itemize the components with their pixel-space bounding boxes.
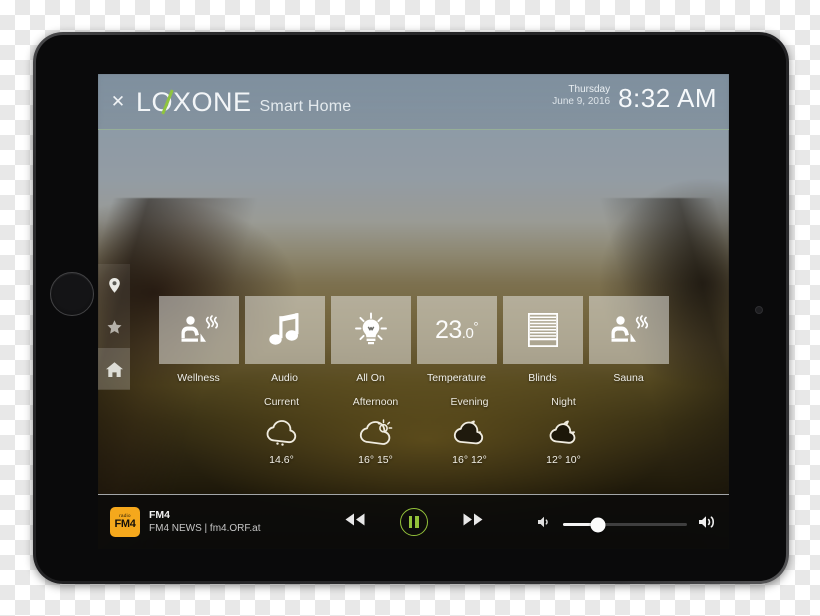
tile-surface[interactable]: 23 .0 ° <box>416 296 497 364</box>
tile-all-on[interactable]: All On <box>330 296 411 384</box>
favorites-tile-row: Wellness Audio All On 23 .0 ° Temperatur… <box>98 296 729 384</box>
weather-forecast-row: Current 14.6° Afternoon 16° 15° Evening … <box>98 396 729 466</box>
tile-label: Audio <box>271 372 298 384</box>
temperature-integer: 23 <box>434 315 462 344</box>
tile-label: All On <box>356 372 385 384</box>
app-header: ✕ LOXONE Smart Home Thursday June 9, 201… <box>98 74 729 130</box>
play-pause-button[interactable] <box>399 508 428 536</box>
weather-item-afternoon[interactable]: Afternoon 16° 15° <box>352 396 400 466</box>
weather-temps: 12° 10° <box>546 454 581 466</box>
temperature-unit: ° <box>473 318 479 334</box>
tile-label: Blinds <box>528 372 557 384</box>
tile-surface[interactable] <box>588 296 669 364</box>
tile-surface[interactable] <box>158 296 239 364</box>
datetime-display: Thursday June 9, 2016 8:32 AM <box>552 84 717 113</box>
next-button[interactable] <box>462 512 484 532</box>
app-screen: ✕ LOXONE Smart Home Thursday June 9, 201… <box>98 74 729 549</box>
tablet-bezel: ✕ LOXONE Smart Home Thursday June 9, 201… <box>36 35 786 581</box>
tile-label: Wellness <box>177 372 220 384</box>
front-camera-icon <box>755 306 763 314</box>
previous-button[interactable] <box>344 512 366 532</box>
weather-period-label: Evening <box>450 396 489 408</box>
track-text-block: FM4 FM4 NEWS | fm4.ORF.at <box>149 508 261 536</box>
tile-label: Sauna <box>613 372 644 384</box>
tile-surface[interactable] <box>244 296 325 364</box>
sun-behind-cloud-icon <box>352 416 400 450</box>
weather-temps: 16° 12° <box>452 454 487 466</box>
volume-slider[interactable] <box>563 517 687 532</box>
app-subtitle: Smart Home <box>259 98 352 115</box>
clock-label: 8:32 AM <box>618 83 717 113</box>
tile-surface[interactable] <box>330 296 411 364</box>
weather-temps: 14.6° <box>269 454 294 466</box>
date-block: Thursday June 9, 2016 <box>552 84 610 113</box>
audio-player-bar: radio FM4 FM4 FM4 NEWS | fm4.ORF.at <box>98 494 729 549</box>
pause-icon <box>408 516 412 528</box>
station-logo-icon: radio FM4 <box>110 507 140 537</box>
fast-forward-icon <box>462 512 484 532</box>
tile-surface[interactable] <box>502 296 583 364</box>
weather-item-evening[interactable]: Evening 16° 12° <box>446 396 494 466</box>
weather-item-current[interactable]: Current 14.6° <box>258 396 306 466</box>
date-label: June 9, 2016 <box>552 96 611 107</box>
weekday-label: Thursday <box>568 84 611 95</box>
loxone-logo-text: LOXONE <box>136 87 252 117</box>
lightbulb-icon <box>353 312 389 348</box>
temperature-decimal: .0 <box>461 324 474 342</box>
pause-icon-second-bar <box>415 516 419 528</box>
loxone-logo: LOXONE <box>136 87 252 118</box>
music-note-icon <box>268 313 301 347</box>
volume-slider-knob[interactable] <box>590 517 606 532</box>
now-playing-info[interactable]: radio FM4 FM4 FM4 NEWS | fm4.ORF.at <box>110 507 261 537</box>
tile-audio[interactable]: Audio <box>244 296 325 384</box>
volume-low-icon[interactable] <box>537 515 552 534</box>
moon-behind-cloud-icon <box>540 416 588 450</box>
weather-period-label: Night <box>551 396 576 408</box>
tile-label: Temperature <box>427 372 486 384</box>
device-home-button[interactable] <box>50 272 94 316</box>
tablet-device: ✕ LOXONE Smart Home Thursday June 9, 201… <box>33 32 789 584</box>
blinds-icon <box>527 313 558 347</box>
moon-behind-cloud-icon <box>446 416 494 450</box>
weather-temps: 16° 15° <box>358 454 393 466</box>
close-icon[interactable]: ✕ <box>110 93 126 110</box>
track-title: FM4 <box>149 509 170 521</box>
volume-high-icon[interactable] <box>698 514 717 535</box>
station-logo-main-text: FM4 <box>114 517 136 530</box>
track-subtitle: FM4 NEWS | fm4.ORF.at <box>149 523 261 534</box>
brand-lockup: LOXONE Smart Home <box>136 87 351 118</box>
weather-item-night[interactable]: Night 12° 10° <box>540 396 588 466</box>
tile-sauna[interactable]: Sauna <box>588 296 669 384</box>
weather-period-label: Current <box>263 396 299 408</box>
cloud-drizzle-icon <box>258 416 306 450</box>
tile-wellness[interactable]: Wellness <box>158 296 239 384</box>
weather-period-label: Afternoon <box>352 396 399 408</box>
sauna-person-icon <box>180 313 218 347</box>
tile-blinds[interactable]: Blinds <box>502 296 583 384</box>
tile-temperature[interactable]: 23 .0 ° Temperature <box>416 296 497 384</box>
sauna-person-icon <box>610 313 648 347</box>
transport-controls <box>344 508 484 536</box>
volume-control <box>537 514 717 535</box>
rewind-icon <box>344 512 366 532</box>
map-pin-icon <box>107 277 122 294</box>
temperature-value: 23 .0 ° <box>434 315 479 345</box>
